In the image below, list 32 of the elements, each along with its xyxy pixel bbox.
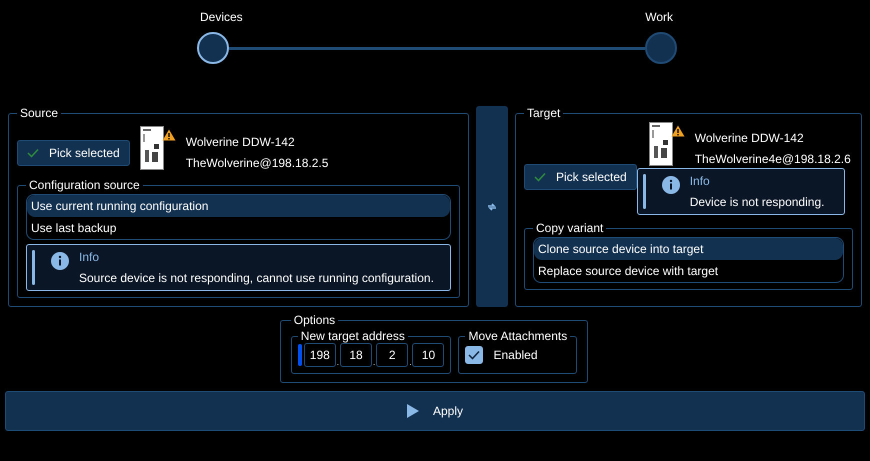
checkbox-label: Enabled xyxy=(493,348,538,362)
pick-selected-button[interactable]: Pick selected xyxy=(17,140,130,166)
info-title: Info xyxy=(79,250,100,264)
option-item[interactable]: Use current running configuration xyxy=(27,195,450,217)
panel-title: Target xyxy=(526,106,562,120)
pick-selected-button[interactable]: Pick selected xyxy=(524,164,637,190)
group-title: New target address xyxy=(300,329,406,343)
panel-title: Source xyxy=(19,106,60,120)
info-title: Info xyxy=(690,174,711,188)
octet-field[interactable]: 18 xyxy=(340,343,372,367)
apply-button[interactable]: Apply xyxy=(5,391,865,431)
octet-separator: . xyxy=(336,358,340,367)
octet-field[interactable]: 10 xyxy=(412,343,444,367)
octet-field[interactable]: 2 xyxy=(376,343,408,367)
panel-title: Options xyxy=(292,313,336,327)
octet-separator: . xyxy=(373,358,376,367)
device-name: Wolverine DDW-142 xyxy=(186,135,296,149)
option-item[interactable]: Use last backup xyxy=(27,217,450,239)
device-address: TheWolverine@198.18.2.5 xyxy=(186,156,328,170)
info-message: Device is not responding. xyxy=(690,195,824,209)
option-item[interactable]: Clone source device into target xyxy=(534,238,843,260)
info-message: Source device is not responding, cannot use running configuration. xyxy=(79,271,434,285)
device-name: Wolverine DDW-142 xyxy=(694,131,805,145)
group-title: Move Attachments xyxy=(467,329,568,343)
device-address: TheWolverine4e@198.18.2.6 xyxy=(694,152,851,166)
group-title: Configuration source xyxy=(28,178,141,192)
octet-separator: . xyxy=(409,358,412,367)
group-title: Copy variant xyxy=(535,221,604,235)
option-item[interactable]: Replace source device with target xyxy=(534,260,843,282)
octet-field[interactable]: 198 xyxy=(304,343,336,367)
step-label: Devices xyxy=(200,10,243,24)
step-label: Work xyxy=(645,10,673,24)
